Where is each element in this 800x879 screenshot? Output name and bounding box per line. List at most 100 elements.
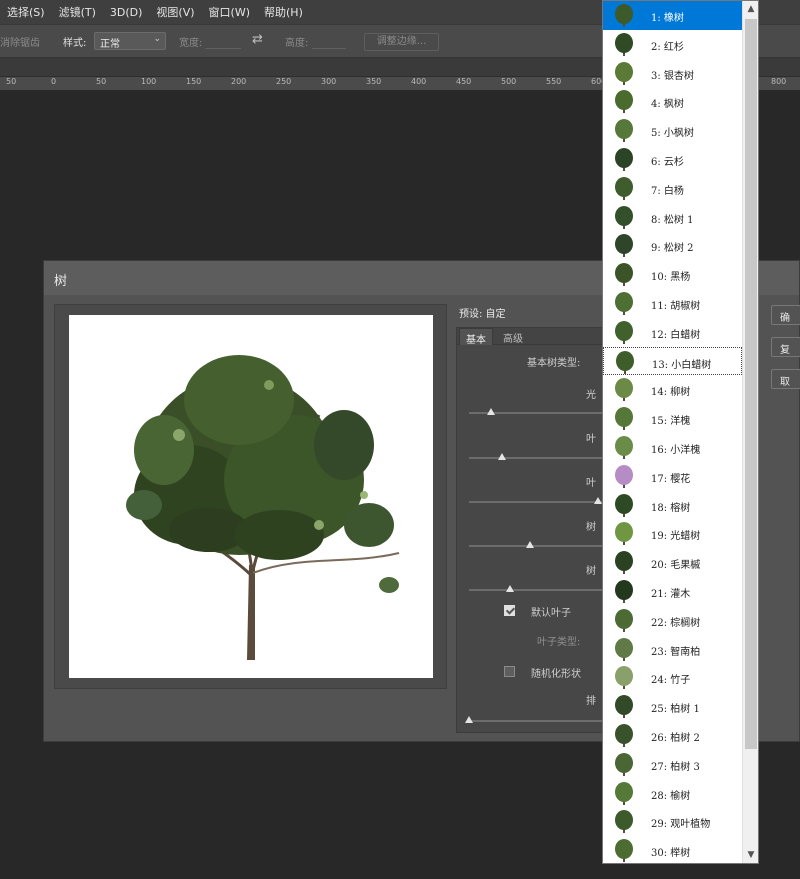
tree-type-item[interactable]: 16: 小洋槐 [603,433,742,462]
tree-preview-image [126,355,400,660]
tree-type-label: 7: 白杨 [651,185,684,197]
tree-type-item[interactable]: 1: 橡树 [603,1,742,30]
tree-type-item[interactable]: 17: 樱花 [603,462,742,491]
tree-thumbnail-icon [613,810,635,834]
tree-type-label: 12: 白蜡树 [651,329,701,341]
chevron-down-icon: ⌄ [153,34,161,44]
slider-4-track[interactable] [469,545,605,547]
preset-select[interactable]: 预设: 自定 [459,305,506,320]
ruler-tick: 300 [321,77,337,86]
tree-type-item[interactable]: 25: 柏树 1 [603,692,742,721]
tree-thumbnail-icon [613,90,635,114]
width-field[interactable] [205,35,241,49]
menu-filter[interactable]: 滤镜(T) [52,4,103,20]
tree-type-dropdown[interactable]: 1: 橡树 2: 红杉 3: 银杏树 4: 枫树 5: 小枫树 6: 云杉 7: 白杨 8: … [602,0,759,864]
tree-thumbnail-icon [613,176,635,200]
tree-type-item[interactable]: 26: 柏树 2 [603,721,742,750]
tab-basic[interactable]: 基本 [459,328,493,346]
tree-type-item[interactable]: 20: 毛果槭 [603,548,742,577]
tree-type-item[interactable]: 6: 云杉 [603,145,742,174]
scroll-thumb[interactable] [745,19,757,749]
tree-type-item[interactable]: 4: 枫树 [603,87,742,116]
tree-type-item[interactable]: 23: 智南柏 [603,635,742,664]
slider-6-thumb[interactable] [465,716,473,723]
width-label: 宽度: [179,38,203,49]
tree-thumbnail-icon [613,119,635,143]
swap-icon[interactable]: ⇄ [252,32,263,47]
tree-thumbnail-icon [613,407,635,431]
tree-type-item[interactable]: 9: 松树 2 [603,231,742,260]
tree-thumbnail-icon [613,320,635,344]
reset-button[interactable]: 复 [771,337,800,357]
tree-type-item[interactable]: 21: 灌木 [603,577,742,606]
slider-5-thumb[interactable] [505,585,514,592]
tree-type-item[interactable]: 24: 竹子 [603,663,742,692]
scroll-up-icon[interactable]: ▲ [743,1,759,17]
tree-type-item[interactable]: 13: 小白蜡树 [603,346,742,376]
randomize-shape-checkbox[interactable] [504,666,515,677]
tree-type-label: 29: 观叶植物 [651,819,711,831]
tab-advanced[interactable]: 高级 [497,328,529,345]
ruler-tick: 500 [501,77,517,86]
tree-type-item[interactable]: 5: 小枫树 [603,116,742,145]
tree-type-label: 30: 榉树 [651,848,691,860]
ok-button[interactable]: 确 [771,305,800,325]
slider-2-thumb[interactable] [497,453,506,460]
scroll-down-icon[interactable]: ▼ [743,847,759,863]
ruler-tick: 0 [51,77,57,86]
tree-type-item[interactable]: 18: 榕树 [603,491,742,520]
leaf-type-label: 叶子类型: [537,637,581,648]
menu-3d[interactable]: 3D(D) [103,6,150,19]
menu-window[interactable]: 窗口(W) [202,4,257,20]
tree-type-label: 28: 榆树 [651,790,691,802]
tree-type-item[interactable]: 3: 银杏树 [603,59,742,88]
menu-view[interactable]: 视图(V) [149,4,201,20]
menu-select[interactable]: 选择(S) [0,4,52,20]
tree-type-item[interactable]: 15: 洋槐 [603,404,742,433]
cancel-button[interactable]: 取 [771,369,800,389]
tree-type-label: 10: 黑杨 [651,272,691,284]
slider-4-thumb[interactable] [526,541,535,548]
menu-help[interactable]: 帮助(H) [257,4,310,20]
tree-thumbnail-icon [613,637,635,661]
tree-type-item[interactable]: 28: 榆树 [603,779,742,808]
antialias-checkbox-label[interactable]: 消除锯齿 [0,34,40,49]
tree-type-item[interactable]: 14: 柳树 [603,375,742,404]
slider-6-track[interactable] [469,720,605,722]
scrollbar[interactable]: ▲ ▼ [742,1,758,863]
style-select-value: 正常 [100,39,120,50]
tree-type-item[interactable]: 22: 棕榈树 [603,606,742,635]
tree-type-item[interactable]: 2: 红杉 [603,30,742,59]
tree-type-item[interactable]: 10: 黑杨 [603,260,742,289]
tree-type-item[interactable]: 8: 松树 1 [603,203,742,232]
ruler-tick: 550 [546,77,562,86]
refine-edge-button[interactable]: 调整边缘... [364,33,439,51]
tree-thumbnail-icon [613,234,635,258]
tree-type-item[interactable]: 27: 柏树 3 [603,750,742,779]
slider-2-track[interactable] [469,457,605,459]
tree-type-label: 26: 柏树 2 [651,733,700,744]
tree-type-label: 9: 松树 2 [651,243,694,255]
slider-3-thumb[interactable] [594,497,603,504]
tree-type-item[interactable]: 29: 观叶植物 [603,807,742,836]
tree-type-item[interactable]: 30: 榉树 [603,836,742,865]
slider-3-track[interactable] [469,501,605,503]
ruler-tick: 100 [141,77,157,86]
slider-1-thumb[interactable] [486,408,495,415]
tree-type-item[interactable]: 12: 白蜡树 [603,318,742,347]
height-label: 高度: [285,38,309,49]
tree-type-label: 2: 红杉 [651,41,684,53]
tree-type-item[interactable]: 11: 胡椒树 [603,289,742,318]
default-leaves-checkbox[interactable] [504,605,515,616]
tree-thumbnail-icon [613,724,635,747]
tree-thumbnail-icon [613,292,635,315]
tree-thumbnail-icon [614,350,636,374]
style-select[interactable]: 正常 ⌄ [94,32,166,50]
slider-5-track[interactable] [469,589,605,591]
tree-type-item[interactable]: 19: 光蜡树 [603,519,742,548]
tree-type-item[interactable]: 7: 白杨 [603,174,742,203]
height-field[interactable] [312,35,346,49]
tree-thumbnail-icon [613,695,635,719]
tree-type-label: 20: 毛果槭 [651,560,701,572]
ruler-tick: 50 [6,77,17,86]
